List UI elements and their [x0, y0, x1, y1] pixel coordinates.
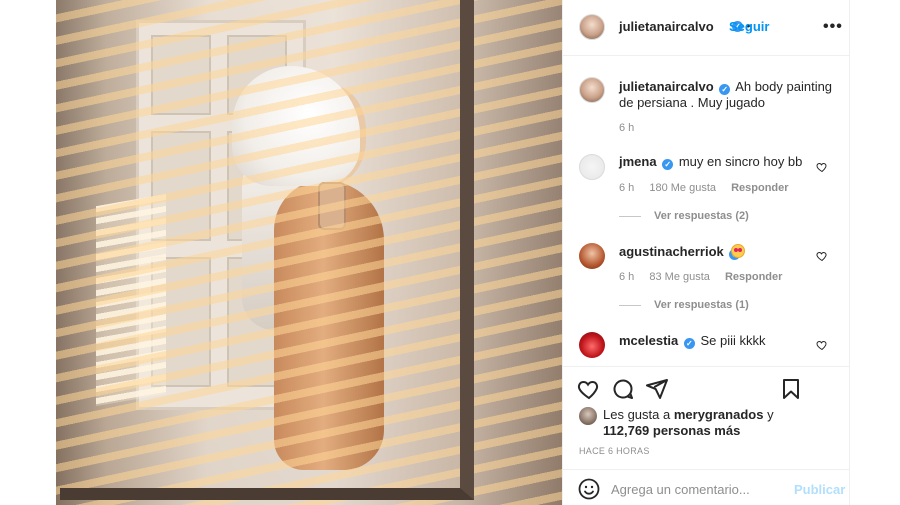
liker-avatar[interactable]: [579, 407, 597, 425]
likes-count[interactable]: 112,769 personas más: [603, 423, 740, 438]
comment-avatar-agustinacherriok[interactable]: [579, 243, 605, 269]
heart-icon[interactable]: [577, 377, 601, 401]
comment-input[interactable]: [611, 478, 781, 500]
more-options-icon[interactable]: •••: [823, 18, 843, 36]
view-replies-button[interactable]: Ver respuestas (2): [654, 210, 749, 222]
comment-likes[interactable]: 180 Me gusta: [649, 182, 716, 194]
verified-icon: ✓: [683, 338, 695, 349]
comment-meta: 6 h 83 Me gusta Responder: [619, 271, 794, 283]
comment-text-block: mcelestia ✓ Se piii kkkk: [619, 333, 819, 349]
small-heart-icon[interactable]: [816, 339, 828, 351]
post-actions: Les gusta a merygranados y 112,769 perso…: [563, 366, 851, 505]
small-heart-icon[interactable]: [816, 161, 828, 173]
likes-count-line: 112,769 personas más: [603, 423, 740, 439]
follow-button[interactable]: Seguir: [729, 19, 769, 34]
post-photo[interactable]: [56, 0, 562, 505]
caption-avatar[interactable]: [579, 77, 605, 103]
comment-username[interactable]: jmena: [619, 154, 657, 169]
share-icon[interactable]: [645, 377, 669, 401]
comment-text: Se piii kkkk: [700, 333, 766, 348]
likes-conjunction: y: [767, 407, 774, 422]
post-timestamp[interactable]: HACE 6 HORAS: [579, 446, 650, 456]
comment-time: 6 h: [619, 271, 635, 283]
author-avatar[interactable]: [579, 14, 605, 40]
post-header: julietanaircalvo ✓ • Seguir •••: [563, 0, 851, 56]
comment-username[interactable]: agustinacherriok: [619, 244, 724, 259]
comment-username[interactable]: mcelestia: [619, 333, 678, 348]
post-side-panel: julietanaircalvo ✓ • Seguir ••• julietan…: [562, 0, 851, 505]
reply-button[interactable]: Responder: [725, 271, 782, 283]
comment-text-block: jmena ✓ muy en sincro hoy bb: [619, 154, 819, 170]
replies-divider: [619, 216, 641, 217]
liker-username[interactable]: merygranados: [674, 407, 764, 422]
heart-eyes-emoji-icon: [731, 244, 745, 258]
comment-text-block: agustinacherriok ✓: [619, 244, 819, 260]
likes-summary: Les gusta a merygranados y: [603, 407, 774, 423]
caption-username[interactable]: julietanaircalvo: [619, 79, 714, 94]
reply-button[interactable]: Responder: [731, 182, 788, 194]
emoji-icon[interactable]: [577, 477, 601, 501]
verified-icon: ✓: [719, 84, 731, 95]
view-replies-button[interactable]: Ver respuestas (1): [654, 299, 749, 311]
comment-likes[interactable]: 83 Me gusta: [649, 271, 710, 283]
comment-icon[interactable]: [611, 377, 635, 401]
likes-prefix: Les gusta a: [603, 407, 671, 422]
publish-button[interactable]: Publicar: [794, 482, 845, 497]
comment-time: 6 h: [619, 182, 635, 194]
verified-icon: ✓: [662, 159, 674, 170]
comment-form: Publicar: [563, 469, 851, 505]
caption-text-block: julietanaircalvo ✓ Ah body painting de p…: [619, 79, 834, 111]
right-background: [850, 0, 900, 505]
photo-mirror-frame: [60, 0, 474, 500]
comment-avatar-jmena[interactable]: [579, 154, 605, 180]
comments-list[interactable]: julietanaircalvo ✓ Ah body painting de p…: [563, 57, 851, 365]
caption-time: 6 h: [619, 122, 635, 134]
small-heart-icon[interactable]: [816, 250, 828, 262]
author-username[interactable]: julietanaircalvo: [619, 19, 714, 34]
left-background: [0, 0, 56, 505]
comment-avatar-mcelestia[interactable]: [579, 332, 605, 358]
comment-meta: 6 h 180 Me gusta Responder: [619, 182, 801, 194]
comment-text: muy en sincro hoy bb: [678, 154, 803, 169]
bookmark-icon[interactable]: [779, 377, 803, 401]
replies-divider: [619, 305, 641, 306]
